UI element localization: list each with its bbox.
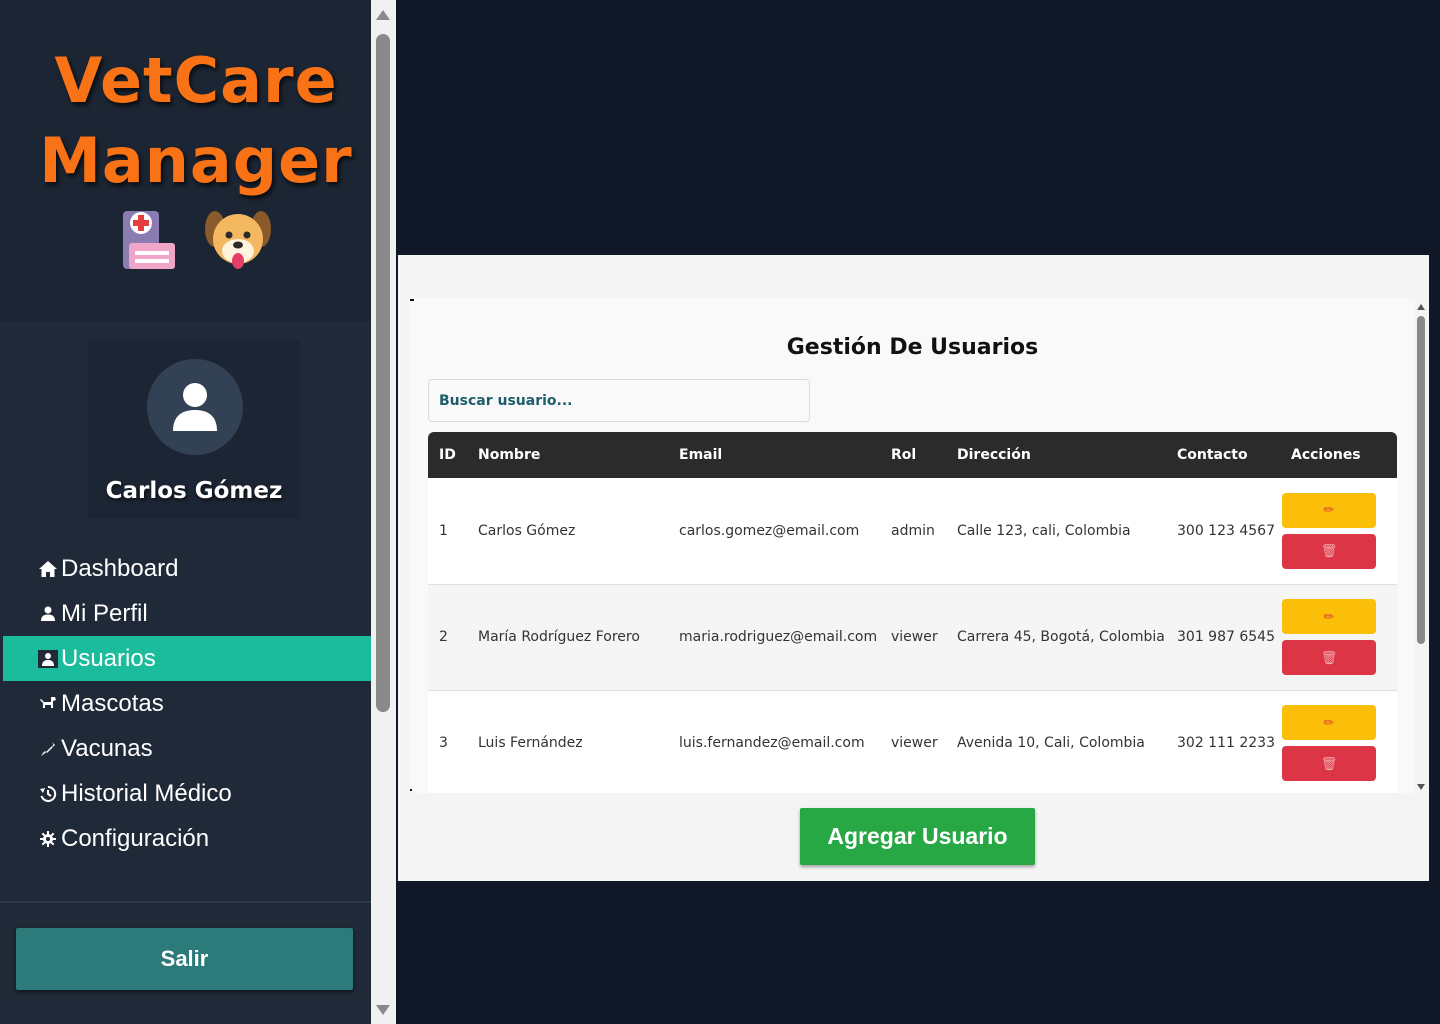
cell-email: carlos.gomez@email.com [679,522,860,539]
column-header: ID [439,447,456,463]
scroll-up-arrow-icon[interactable] [1417,304,1425,310]
cell-email: maria.rodriguez@email.com [668,583,880,690]
cell-nombre: María Rodríguez Forero [467,583,668,690]
users-content: Gestión De Usuarios ID Nombre Email Rol … [410,299,1415,793]
cell-contacto: 300 123 4567 [1177,522,1275,539]
cell-direccion: Calle 123, cali, Colombia [957,522,1131,539]
column-header: Dirección [957,447,1031,463]
table-row: 2 María Rodríguez Forero maria.rodriguez… [428,583,1397,690]
cell-contacto: 302 111 2233 [1166,689,1280,793]
cell-acciones: ✏ 🗑 [1280,583,1397,690]
cell-id: 1 [439,522,448,539]
user-icon [37,603,59,625]
table-row: 1 Carlos Gómez carlos.gomez@email.com ad… [428,478,1397,584]
cell-contacto: 301 987 6545 [1166,583,1280,690]
column-header: Acciones [1291,447,1361,463]
logo-title-line1: VetCare [54,44,338,117]
table-row: 3 Luis Fernández luis.fernandez@email.co… [428,689,1397,793]
scroll-down-arrow-icon[interactable] [376,1005,390,1015]
corner-mark [410,789,412,791]
column-header: Email [679,447,723,463]
scrollbar-thumb[interactable] [376,34,390,712]
profile-name: Carlos Gómez [105,478,283,504]
edit-button[interactable]: ✏ [1282,705,1376,741]
search-input[interactable] [428,379,810,422]
home-icon [37,558,59,580]
cell-email: luis.fernandez@email.com [668,689,880,793]
users-table: ID Nombre Email Rol Dirección Contacto A… [428,432,1397,793]
cell-direccion: Carrera 45, Bogotá, Colombia [946,583,1166,690]
sidebar-item-label: Mascotas [61,689,164,717]
sidebar-item-configuracion[interactable]: Configuración [3,816,371,861]
cell-acciones: ✏ 🗑 [1280,689,1397,793]
column-header: Nombre [478,447,541,463]
logo-title-line2: Manager [39,124,353,197]
page-title: Gestión De Usuarios [786,335,1039,360]
page-scrollbar[interactable] [371,0,396,1024]
user-card-icon [37,648,59,670]
table-scrollbar[interactable] [1414,299,1428,793]
users-panel: Gestión De Usuarios ID Nombre Email Rol … [398,255,1429,881]
scrollbar-thumb[interactable] [1417,316,1425,644]
sidebar-item-mi-perfil[interactable]: Mi Perfil [3,591,371,636]
trash-icon: 🗑 [1320,755,1338,771]
edit-button[interactable]: ✏ [1282,492,1376,528]
syringe-icon [37,738,59,760]
cell-rol: admin [891,522,935,539]
corner-mark [410,299,414,301]
edit-button[interactable]: ✏ [1282,599,1376,634]
sidebar-item-mascotas[interactable]: Mascotas [3,681,371,726]
avatar[interactable] [147,359,243,455]
sidebar-item-vacunas[interactable]: Vacunas [3,726,371,771]
add-user-button[interactable]: Agregar Usuario [800,808,1035,865]
delete-button[interactable]: 🗑 [1282,533,1376,569]
sidebar-divider [0,901,371,903]
cell-direccion: Avenida 10, Cali, Colombia [946,689,1166,793]
logo-block: VetCare Manager [0,0,371,322]
sidebar-item-label: Historial Médico [61,779,232,807]
cell-id: 2 [428,583,467,690]
sidebar: VetCare Manager Carlos Gómez Dashboard M… [0,0,371,1024]
cell-nombre: Carlos Gómez [478,522,576,539]
sidebar-item-label: Mi Perfil [61,599,148,627]
logout-button[interactable]: Salir [16,928,353,990]
sidebar-nav: Dashboard Mi Perfil Usuarios Mascotas Va… [3,546,371,861]
user-avatar-icon [173,383,217,431]
cell-rol: viewer [880,689,946,793]
delete-button[interactable]: 🗑 [1282,746,1376,782]
sidebar-item-dashboard[interactable]: Dashboard [3,546,371,591]
cell-rol: viewer [880,583,946,690]
clinic-icon [123,211,175,269]
cell-acciones: ✏ 🗑 [1280,478,1397,584]
gear-icon [37,828,59,850]
panel-header-strip [398,255,1429,299]
trash-icon: 🗑 [1320,543,1338,559]
scroll-down-arrow-icon[interactable] [1417,784,1425,790]
column-header: Contacto [1177,447,1248,463]
sidebar-item-label: Dashboard [61,554,179,582]
scroll-up-arrow-icon[interactable] [376,10,390,20]
trash-icon: 🗑 [1320,649,1338,665]
sidebar-item-label: Usuarios [61,644,156,672]
sidebar-item-label: Vacunas [61,734,153,762]
sidebar-item-historial-medico[interactable]: Historial Médico [3,771,371,816]
table-header-row: ID Nombre Email Rol Dirección Contacto A… [428,432,1397,478]
cell-id: 3 [428,689,467,793]
pencil-icon: ✏ [1323,608,1335,624]
history-icon [37,783,59,805]
dog-icon [205,211,271,269]
sidebar-item-label: Configuración [61,824,210,852]
dog-icon [37,693,59,715]
pencil-icon: ✏ [1323,714,1335,730]
pencil-icon: ✏ [1323,502,1335,518]
users-table-wrapper: ID Nombre Email Rol Dirección Contacto A… [428,432,1397,793]
sidebar-item-usuarios[interactable]: Usuarios [3,636,371,681]
cell-nombre: Luis Fernández [467,689,668,793]
column-header: Rol [891,447,917,463]
delete-button[interactable]: 🗑 [1282,640,1376,675]
